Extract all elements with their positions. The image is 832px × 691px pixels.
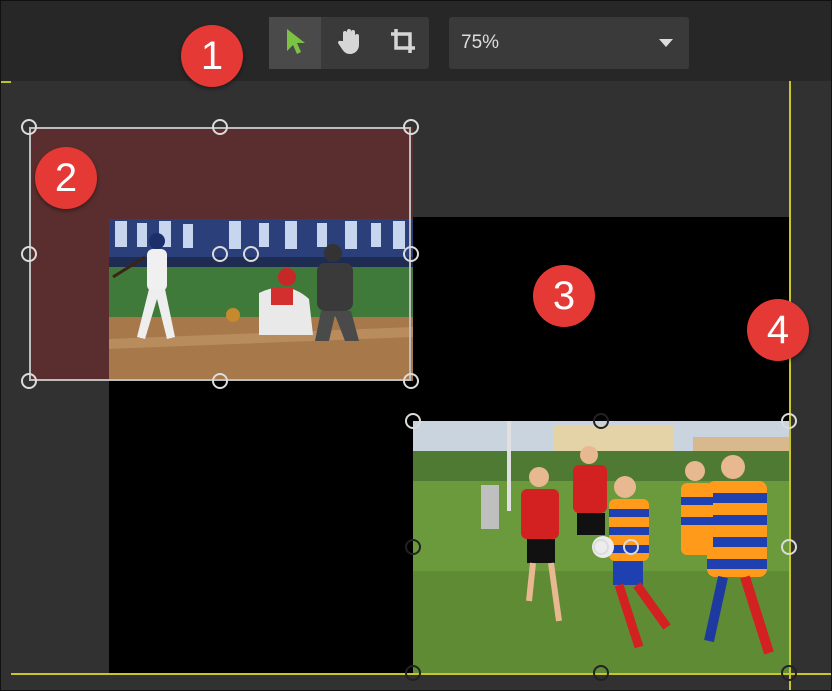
zoom-dropdown[interactable]: 75%	[449, 17, 689, 69]
canvas-boundary-vertical-guide	[789, 81, 791, 690]
resize-handle[interactable]	[405, 413, 421, 429]
tool-group	[269, 17, 429, 69]
resize-handle[interactable]	[243, 246, 259, 262]
resize-handle[interactable]	[781, 665, 797, 681]
crop-icon	[389, 27, 417, 60]
resize-handle[interactable]	[212, 373, 228, 389]
select-tool-button[interactable]	[269, 17, 321, 69]
editor-frame: 75% 1 2 3 4	[0, 0, 832, 691]
resize-handle[interactable]	[781, 539, 797, 555]
resize-handle[interactable]	[593, 413, 609, 429]
resize-handle[interactable]	[212, 246, 228, 262]
callout-badge-1: 1	[181, 25, 243, 87]
callout-badge-3: 3	[533, 265, 595, 327]
canvas-boundary-horizontal-guide	[11, 673, 831, 675]
resize-handle[interactable]	[623, 539, 639, 555]
resize-handle[interactable]	[403, 373, 419, 389]
resize-handle[interactable]	[212, 119, 228, 135]
arrow-pointer-icon	[284, 27, 306, 60]
resize-handle[interactable]	[405, 539, 421, 555]
chevron-down-icon	[659, 39, 673, 47]
crop-tool-button[interactable]	[377, 17, 429, 69]
pan-tool-button[interactable]	[323, 17, 375, 69]
resize-handle[interactable]	[593, 539, 609, 555]
hand-icon	[335, 27, 363, 60]
callout-badge-2: 2	[35, 147, 97, 209]
resize-handle[interactable]	[403, 246, 419, 262]
zoom-value: 75%	[461, 32, 500, 53]
resize-handle[interactable]	[21, 246, 37, 262]
resize-handle[interactable]	[593, 665, 609, 681]
resize-handle[interactable]	[21, 373, 37, 389]
callout-badge-4: 4	[747, 299, 809, 361]
resize-handle[interactable]	[781, 413, 797, 429]
resize-handle[interactable]	[403, 119, 419, 135]
resize-handle[interactable]	[405, 665, 421, 681]
canvas-toolbar: 75%	[1, 1, 831, 83]
resize-handle[interactable]	[21, 119, 37, 135]
